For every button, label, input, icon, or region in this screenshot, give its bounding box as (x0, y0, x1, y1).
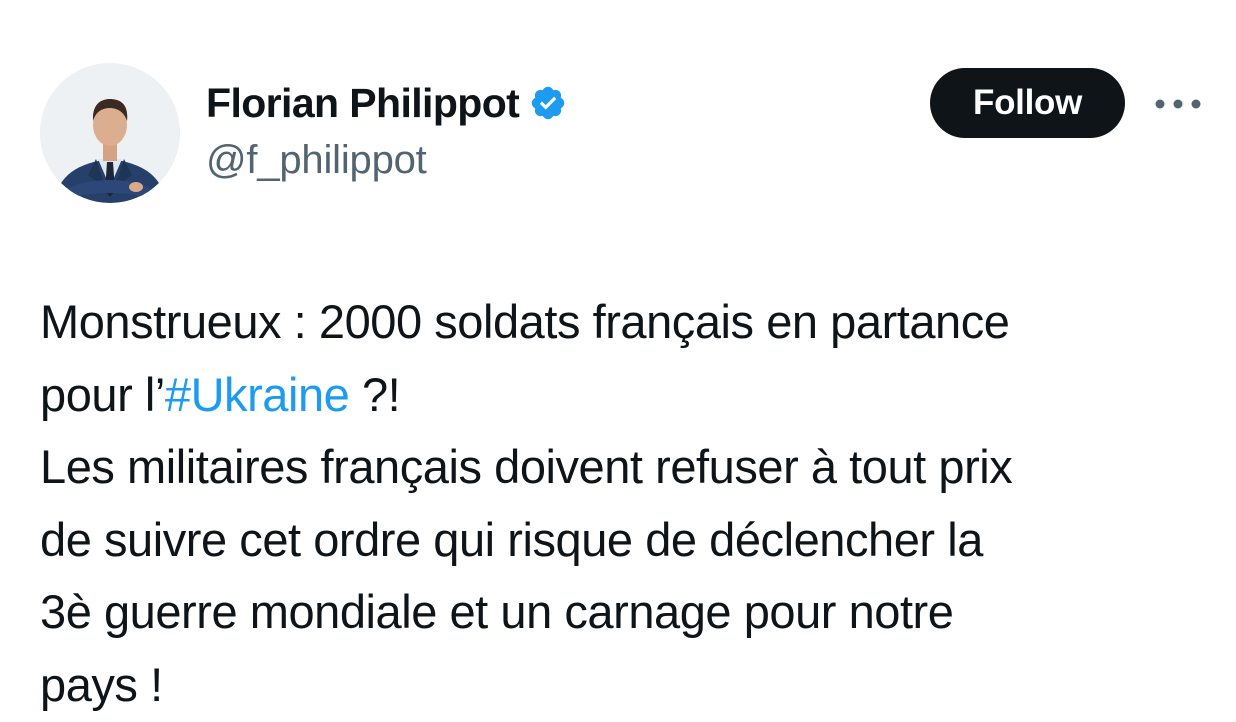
author-avatar[interactable] (40, 63, 180, 203)
author-handle[interactable]: @f_philippot (206, 138, 427, 183)
verified-badge-icon[interactable] (529, 84, 567, 122)
tweet-line: 3è guerre mondiale et un carnage pour no… (40, 585, 954, 638)
tweet-line: Les militaires français doivent refuser … (40, 440, 1013, 493)
hashtag-link-ukraine[interactable]: #Ukraine (165, 368, 350, 421)
tweet-line: Monstrueux : 2000 soldats français en pa… (40, 295, 1010, 348)
profile-photo (40, 63, 180, 203)
tweet-text: Monstrueux : 2000 soldats français en pa… (40, 286, 1220, 721)
author-name-row: Florian Philippot (206, 78, 567, 128)
tweet-line: pays ! (40, 657, 163, 711)
tweet-line: pour l’#Ukraine ?! (40, 367, 401, 421)
tweet-card: Florian Philippot @f_philippot Follow Mo… (0, 0, 1236, 722)
follow-button[interactable]: Follow (930, 68, 1125, 138)
author-display-name[interactable]: Florian Philippot (206, 80, 520, 127)
more-options-icon[interactable] (1150, 84, 1206, 124)
tweet-line: de suivre cet ordre qui risque de déclen… (40, 512, 983, 566)
